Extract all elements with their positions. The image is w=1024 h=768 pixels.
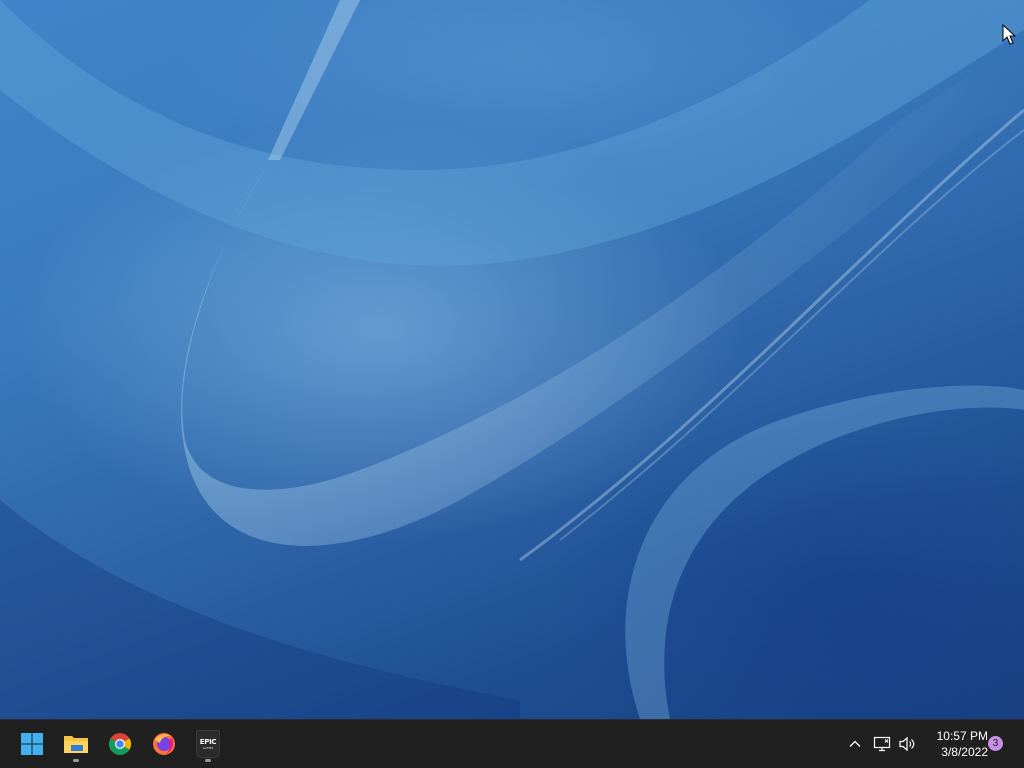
notification-badge[interactable]: 3: [988, 736, 1003, 751]
desktop[interactable]: [0, 0, 1024, 719]
volume-button[interactable]: [897, 734, 917, 754]
running-indicator: [73, 759, 79, 762]
wallpaper-waves: [0, 0, 1024, 719]
network-icon: [873, 736, 891, 752]
epic-logo-subtext: GAMES: [202, 745, 214, 750]
file-explorer-button[interactable]: [56, 724, 96, 764]
folder-icon: [64, 736, 88, 753]
taskbar: EPIC GAMES 10:57 PM 3/8/2022 3: [0, 719, 1024, 768]
epic-games-button[interactable]: EPIC GAMES: [188, 724, 228, 764]
chrome-icon: [109, 733, 131, 755]
firefox-button[interactable]: [144, 724, 184, 764]
running-indicator: [205, 759, 211, 762]
start-button[interactable]: [12, 724, 52, 764]
show-hidden-icons-button[interactable]: [845, 734, 865, 754]
epic-games-icon: EPIC GAMES: [196, 730, 220, 758]
clock-date: 3/8/2022: [941, 745, 988, 759]
firefox-icon: [153, 733, 175, 755]
windows-logo-icon: [21, 733, 43, 755]
epic-logo-text: EPIC: [199, 737, 217, 746]
clock-time: 10:57 PM: [936, 729, 988, 743]
clock-button[interactable]: 10:57 PM 3/8/2022: [924, 728, 988, 760]
chevron-up-icon: [849, 740, 861, 747]
mouse-cursor-icon: [1002, 24, 1016, 45]
chrome-button[interactable]: [100, 724, 140, 764]
network-button[interactable]: [872, 734, 892, 754]
volume-icon: [899, 736, 915, 752]
